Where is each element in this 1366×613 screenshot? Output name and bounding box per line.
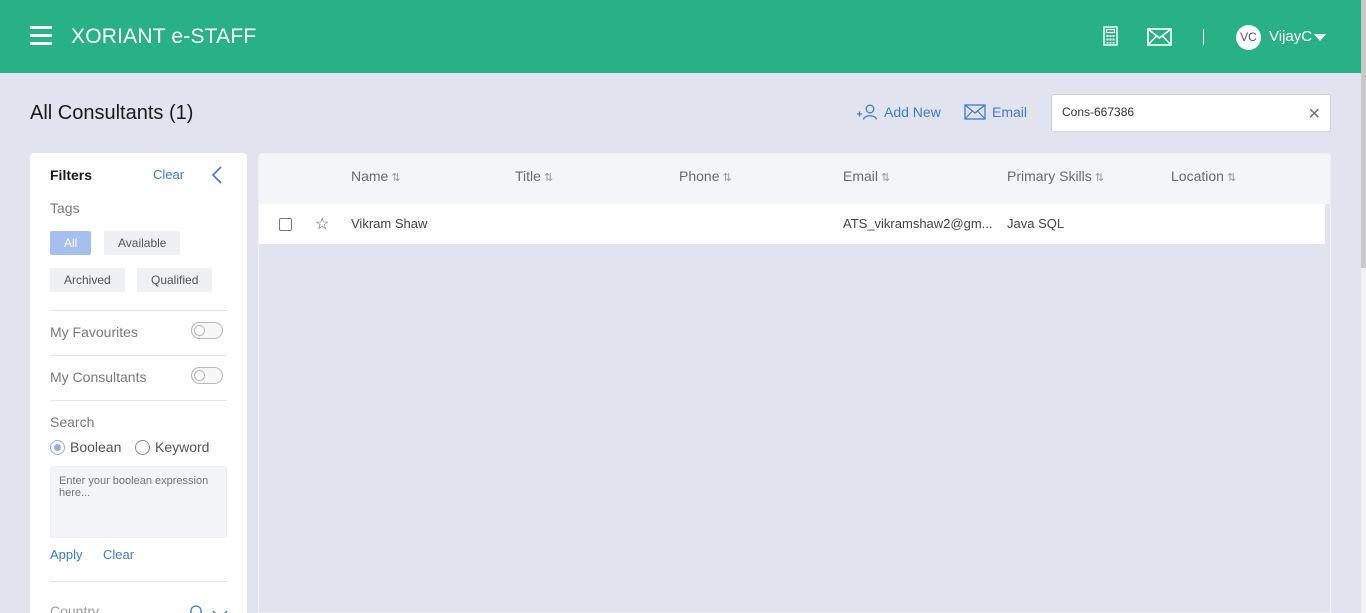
clear-search-button[interactable]: Clear [103,547,134,562]
search-input[interactable] [1062,105,1297,119]
sort-icon: ⇅ [722,172,732,184]
apply-button[interactable]: Apply [50,547,83,562]
divider [50,310,227,311]
column-header-email[interactable]: Email ⇅ [843,168,890,184]
email-label: Email [992,104,1028,120]
sort-icon: ⇅ [1226,172,1237,184]
my-favourites-label: My Favourites [50,324,138,340]
add-new-button[interactable]: Add New [856,104,941,120]
sort-icon: ⇅ [881,172,891,184]
sort-icon: ⇅ [543,172,554,184]
my-consultants-toggle[interactable] [191,367,223,384]
add-user-icon [857,104,878,120]
app-brand: XORIANT e-STAFF [71,25,257,48]
search-icon[interactable] [190,605,204,613]
keyword-radio[interactable]: Keyword [135,439,209,455]
filters-panel: Filters Clear Tags All Available Archive… [30,153,247,613]
cell-primary-skills: Java SQL [1007,216,1065,231]
chevron-down-icon[interactable] [212,607,228,613]
tag-available[interactable]: Available [104,231,181,255]
my-consultants-label: My Consultants [50,369,147,385]
sort-icon: ⇅ [391,172,401,184]
table-header: Name ⇅ Title ⇅ Phone ⇅ Email ⇅ Primary Skill… [259,154,1330,204]
chevron-left-icon[interactable] [210,165,224,190]
sort-icon: ⇅ [1094,172,1104,184]
page-scrollbar[interactable] [1361,0,1366,613]
mail-icon[interactable] [1147,28,1172,51]
email-button[interactable]: Email [964,104,1027,120]
tag-archived[interactable]: Archived [50,268,125,292]
clear-filters-button[interactable]: Clear [153,167,184,182]
tag-all[interactable]: All [50,231,92,255]
tag-qualified[interactable]: Qualified [137,268,213,292]
boolean-radio[interactable]: Boolean [50,439,121,455]
row-checkbox[interactable] [279,218,292,231]
filters-title: Filters [50,167,93,183]
radio-unchecked-icon [135,439,150,455]
boolean-radio-label: Boolean [70,439,122,455]
close-icon[interactable]: ✕ [1308,104,1321,124]
add-new-label: Add New [884,104,941,120]
cell-email: ATS_vikramshaw2@gm... [843,216,993,231]
radio-checked-icon [50,439,65,455]
calculator-icon[interactable] [1103,26,1118,51]
cell-name[interactable]: Vikram Shaw [351,216,427,231]
divider [50,581,227,582]
divider [50,355,227,356]
consultant-search-box: ✕ [1051,94,1331,132]
header-divider [1203,29,1204,45]
consultants-table: Name ⇅ Title ⇅ Phone ⇅ Email ⇅ Primary Skill… [258,153,1331,613]
divider [50,400,227,401]
column-header-name[interactable]: Name ⇅ [351,168,401,184]
page-title: All Consultants (1) [30,102,194,124]
avatar[interactable]: VC [1236,25,1261,50]
envelope-icon [964,104,986,120]
table-row[interactable]: ☆ Vikram Shaw ATS_vikramshaw2@gm... Java… [259,204,1325,244]
top-navbar: XORIANT e-STAFF VC VijayC [0,0,1361,73]
my-favourites-toggle[interactable] [191,322,223,339]
column-header-primary-skills[interactable]: Primary Skills ⇅ [1007,168,1104,184]
search-label: Search [50,414,95,430]
keyword-radio-label: Keyword [155,439,210,455]
column-header-phone[interactable]: Phone ⇅ [679,168,732,184]
hamburger-menu-icon[interactable] [30,26,52,46]
country-label: Country [50,603,100,613]
username-label[interactable]: VijayC [1269,28,1312,45]
caret-down-icon[interactable] [1314,34,1326,41]
column-header-title[interactable]: Title ⇅ [515,168,553,184]
star-icon[interactable]: ☆ [315,214,329,234]
boolean-expression-input[interactable] [50,466,227,538]
tags-label: Tags [50,200,80,216]
column-header-location[interactable]: Location ⇅ [1171,168,1236,184]
